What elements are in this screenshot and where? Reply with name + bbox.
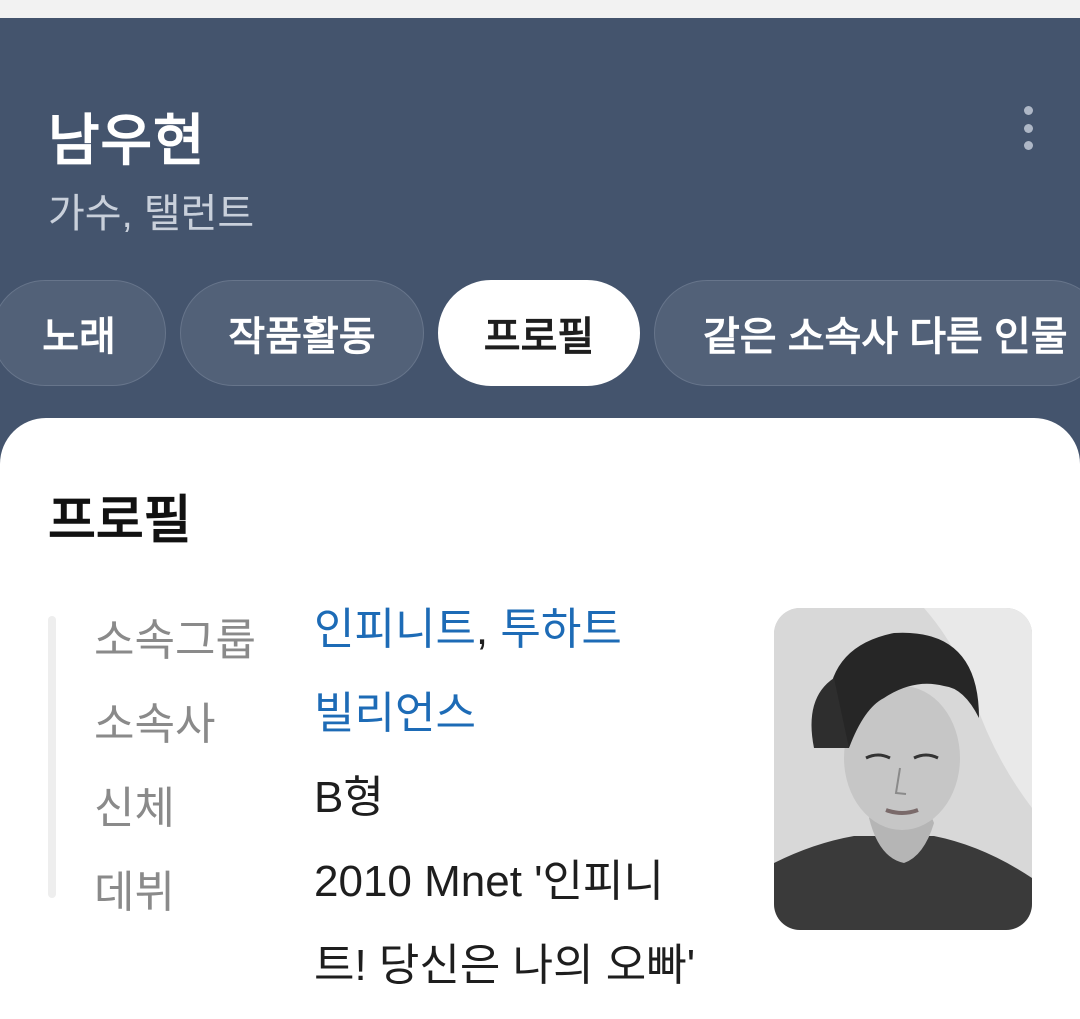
value-agency: 빌리언스 xyxy=(314,672,734,756)
status-strip xyxy=(0,0,1080,18)
divider xyxy=(48,616,56,898)
group-separator: , xyxy=(475,605,501,654)
tab-same-agency[interactable]: 같은 소속사 다른 인물 xyxy=(654,280,1080,386)
tab-songs[interactable]: 노래 xyxy=(0,280,166,386)
label-body: 신체 xyxy=(94,784,175,833)
more-vert-icon[interactable] xyxy=(1008,106,1048,150)
label-debut: 데뷔 xyxy=(94,868,175,917)
value-group: 인피니트, 투하트 xyxy=(314,588,734,672)
link-agency[interactable]: 빌리언스 xyxy=(314,689,476,738)
tab-works[interactable]: 작품활동 xyxy=(180,280,424,386)
person-occupation: 가수, 탤런트 xyxy=(48,192,255,236)
link-toheart[interactable]: 투하트 xyxy=(500,605,621,654)
label-group: 소속그룹 xyxy=(94,616,256,665)
portrait-image xyxy=(774,608,1032,930)
profile-photo[interactable] xyxy=(774,608,1032,930)
debut-line-2: 트! 당신은 나의 오빠' xyxy=(314,941,696,990)
tab-profile[interactable]: 프로필 xyxy=(438,280,640,386)
tab-bar: 노래 작품활동 프로필 같은 소속사 다른 인물 xyxy=(0,280,1080,388)
label-agency: 소속사 xyxy=(94,700,216,749)
value-debut: 2010 Mnet '인피니 트! 당신은 나의 오빠' xyxy=(314,840,734,1008)
profile-card: 프로필 소속그룹 인피니트, 투하트 소속사 빌리언스 신체 B형 데뷔 201… xyxy=(0,418,1080,1019)
section-title: 프로필 xyxy=(48,492,192,550)
value-body: B형 xyxy=(314,773,384,822)
profile-header: 남우현 가수, 탤런트 노래 작품활동 프로필 같은 소속사 다른 인물 xyxy=(0,18,1080,478)
debut-line-1: 2010 Mnet '인피니 xyxy=(314,857,664,906)
link-infinite[interactable]: 인피니트 xyxy=(314,605,476,654)
person-name: 남우현 xyxy=(48,109,206,172)
